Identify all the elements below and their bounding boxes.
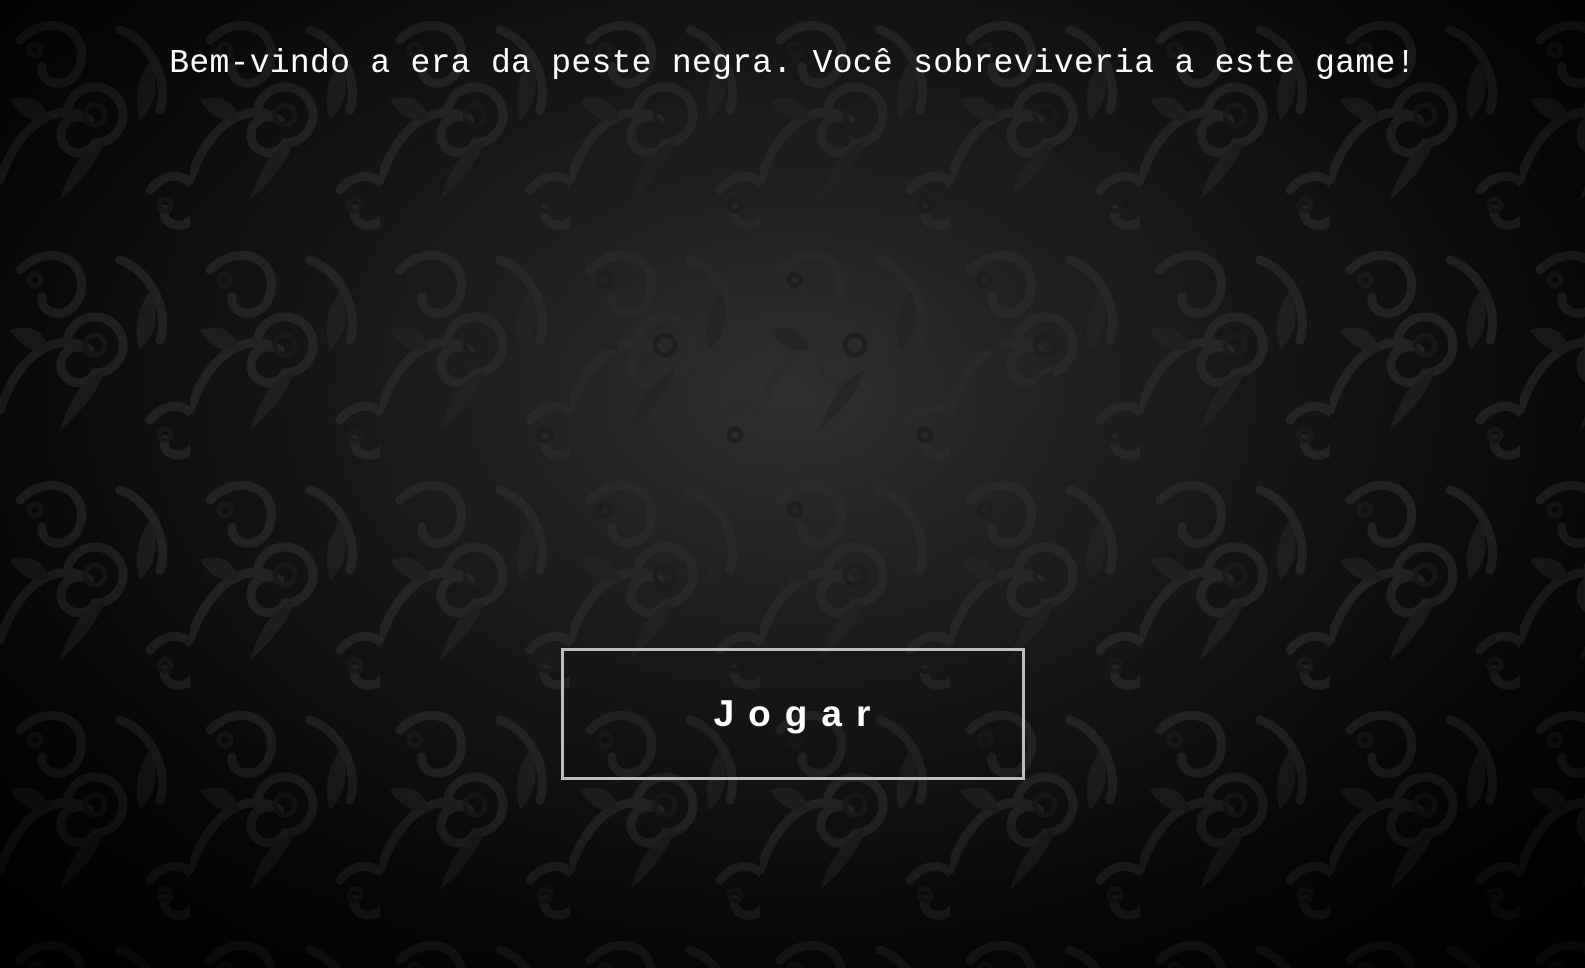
play-button[interactable]: Jogar	[561, 648, 1025, 780]
damask-background-pattern	[0, 0, 1585, 968]
welcome-message: Bem-vindo a era da peste negra. Você sob…	[169, 45, 1416, 82]
game-start-screen: Bem-vindo a era da peste negra. Você sob…	[0, 0, 1585, 968]
